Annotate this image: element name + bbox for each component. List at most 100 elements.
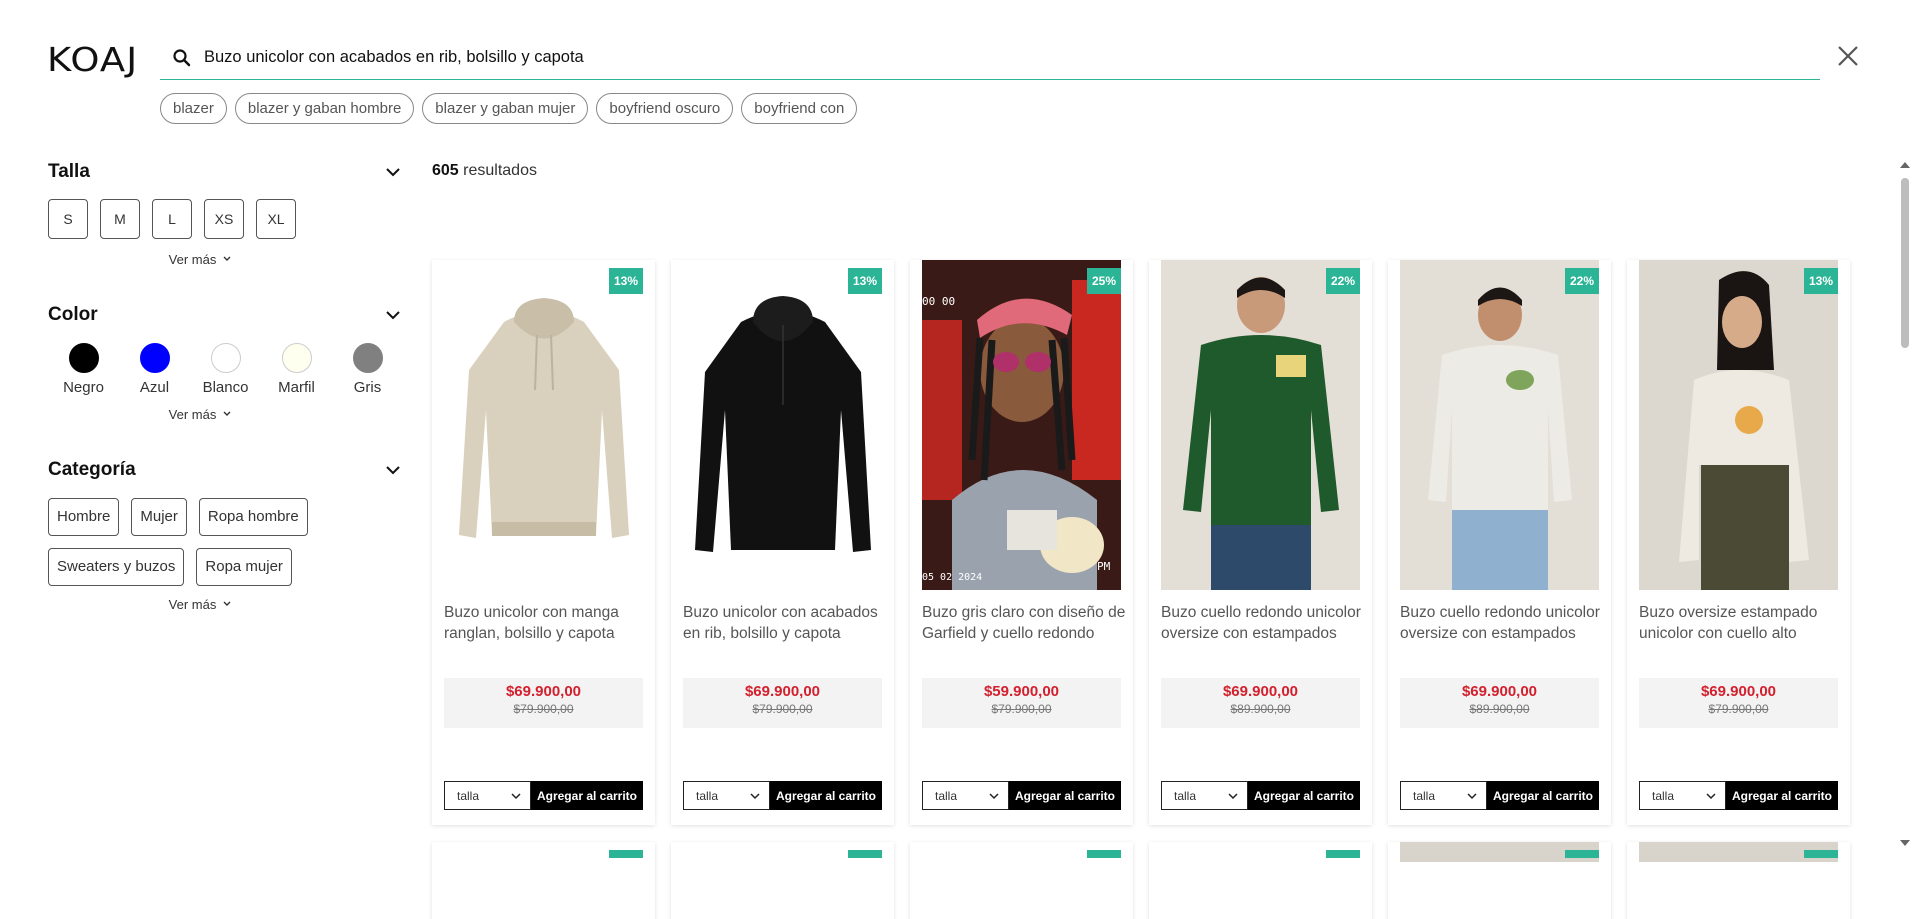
suggestion-chip[interactable]: boyfriend oscuro [596, 93, 734, 124]
discount-badge [1087, 850, 1121, 858]
size-select[interactable]: talla [1161, 781, 1248, 810]
add-to-cart-button[interactable]: Agregar al carrito [1248, 781, 1360, 810]
color-label: Negro [63, 379, 104, 396]
product-name[interactable]: Buzo cuello redondo unicolor oversize co… [1161, 602, 1366, 644]
add-to-cart-button[interactable]: Agregar al carrito [1487, 781, 1599, 810]
size-select[interactable]: talla [922, 781, 1009, 810]
scroll-down-arrow-icon[interactable] [1900, 840, 1910, 846]
product-image[interactable]: 00 00 05 02 2024 PM [922, 260, 1121, 590]
size-option-xl[interactable]: XL [256, 199, 296, 239]
chevron-down-icon[interactable] [383, 162, 403, 182]
category-option-ropa-mujer[interactable]: Ropa mujer [196, 548, 292, 586]
product-card[interactable] [432, 842, 655, 919]
cart-row: talla Agregar al carrito [683, 781, 882, 810]
size-select[interactable]: talla [1400, 781, 1487, 810]
suggestion-chip[interactable]: boyfriend con [741, 93, 858, 124]
size-select[interactable]: talla [1639, 781, 1726, 810]
size-option-m[interactable]: M [100, 199, 140, 239]
chevron-down-icon[interactable] [383, 460, 403, 480]
product-price: $59.900,00 [983, 683, 1060, 700]
suggestion-chip[interactable]: blazer [160, 93, 227, 124]
color-option-blanco[interactable]: Blanco [190, 343, 261, 396]
chevron-down-icon[interactable] [383, 305, 403, 325]
size-option-l[interactable]: L [152, 199, 192, 239]
product-grid-next-row [432, 842, 1850, 919]
product-card[interactable]: 22% Buzo cuello redondo unicolor oversiz… [1149, 260, 1372, 825]
category-see-more[interactable]: Ver más [0, 596, 403, 612]
category-option-mujer[interactable]: Mujer [131, 498, 187, 536]
scroll-up-arrow-icon[interactable] [1900, 162, 1910, 168]
discount-badge: 13% [609, 268, 643, 294]
product-card[interactable] [671, 842, 894, 919]
color-options: Negro Azul Blanco Marfil Gris [48, 343, 403, 396]
discount-badge [609, 850, 643, 858]
add-to-cart-button[interactable]: Agregar al carrito [1726, 781, 1838, 810]
product-card[interactable] [1388, 842, 1611, 919]
filter-color: Color Negro Azul Blanco Marfil Gris Ver … [48, 293, 403, 422]
filter-size-title: Talla [48, 161, 90, 182]
color-option-marfil[interactable]: Marfil [261, 343, 332, 396]
chevron-down-icon [1467, 792, 1477, 799]
filter-category-header[interactable]: Categoría [48, 448, 403, 492]
size-select[interactable]: talla [444, 781, 531, 810]
size-see-more[interactable]: Ver más [0, 251, 403, 267]
scroll-thumb[interactable] [1901, 178, 1909, 348]
size-option-s[interactable]: S [48, 199, 88, 239]
product-card[interactable] [1627, 842, 1850, 919]
product-image[interactable] [1161, 260, 1360, 590]
product-name[interactable]: Buzo oversize estampado unicolor con cue… [1639, 602, 1844, 644]
size-select-placeholder: talla [1413, 788, 1436, 803]
add-to-cart-button[interactable]: Agregar al carrito [770, 781, 882, 810]
product-old-price: $89.900,00 [1469, 702, 1530, 716]
product-old-price: $79.900,00 [752, 702, 813, 716]
product-name[interactable]: Buzo gris claro con diseño de Garfield y… [922, 602, 1127, 644]
product-card[interactable]: 13% Buzo oversize estampado unicolor con… [1627, 260, 1850, 825]
product-card[interactable]: 13% Buzo unicolor con manga ranglan, bol… [432, 260, 655, 825]
discount-badge: 25% [1087, 268, 1121, 294]
product-name[interactable]: Buzo cuello redondo unicolor oversize co… [1400, 602, 1605, 644]
color-option-negro[interactable]: Negro [48, 343, 119, 396]
close-icon [1838, 46, 1858, 66]
filter-color-header[interactable]: Color [48, 293, 403, 337]
product-card[interactable]: 00 00 05 02 2024 PM 25% Buzo gris claro … [910, 260, 1133, 825]
suggestion-chip[interactable]: blazer y gaban mujer [422, 93, 589, 124]
product-card[interactable]: 22% Buzo cuello redondo unicolor oversiz… [1388, 260, 1611, 825]
category-option-ropa-hombre[interactable]: Ropa hombre [198, 498, 308, 536]
filters-sidebar: Talla S M L XS XL Ver más Color Negro Az… [48, 150, 403, 612]
product-grid: 13% Buzo unicolor con manga ranglan, bol… [432, 260, 1850, 825]
product-image[interactable] [444, 260, 643, 590]
product-name[interactable]: Buzo unicolor con acabados en rib, bolsi… [683, 602, 888, 644]
cart-row: talla Agregar al carrito [444, 781, 643, 810]
product-image[interactable] [683, 260, 882, 590]
product-image[interactable] [1639, 260, 1838, 590]
add-to-cart-button[interactable]: Agregar al carrito [531, 781, 643, 810]
search-icon[interactable] [160, 36, 204, 80]
color-see-more[interactable]: Ver más [0, 406, 403, 422]
category-option-sweaters-buzos[interactable]: Sweaters y buzos [48, 548, 185, 586]
discount-badge [1804, 850, 1838, 858]
image-timer-text: 00 00 [922, 295, 955, 308]
size-select[interactable]: talla [683, 781, 770, 810]
add-to-cart-button[interactable]: Agregar al carrito [1009, 781, 1121, 810]
size-select-placeholder: talla [1652, 788, 1675, 803]
product-card[interactable] [1149, 842, 1372, 919]
suggestion-chip[interactable]: blazer y gaban hombre [234, 93, 415, 124]
category-option-hombre[interactable]: Hombre [48, 498, 120, 536]
product-image[interactable] [1400, 260, 1599, 590]
chevron-down-icon [989, 792, 999, 799]
product-old-price: $89.900,00 [1230, 702, 1291, 716]
koaj-logo[interactable]: KOAJ [47, 40, 138, 79]
close-search-button[interactable] [1834, 42, 1862, 70]
search-input[interactable] [204, 48, 1704, 67]
product-card[interactable] [910, 842, 1133, 919]
color-option-azul[interactable]: Azul [119, 343, 190, 396]
scrollbar[interactable] [1898, 160, 1912, 850]
product-name[interactable]: Buzo unicolor con manga ranglan, bolsill… [444, 602, 649, 644]
size-option-xs[interactable]: XS [204, 199, 244, 239]
size-select-placeholder: talla [457, 788, 480, 803]
size-options: S M L XS XL [48, 199, 403, 239]
filter-size-header[interactable]: Talla [48, 150, 403, 194]
color-option-gris[interactable]: Gris [332, 343, 403, 396]
product-card[interactable]: 13% Buzo unicolor con acabados en rib, b… [671, 260, 894, 825]
results-number: 605 [432, 162, 459, 179]
